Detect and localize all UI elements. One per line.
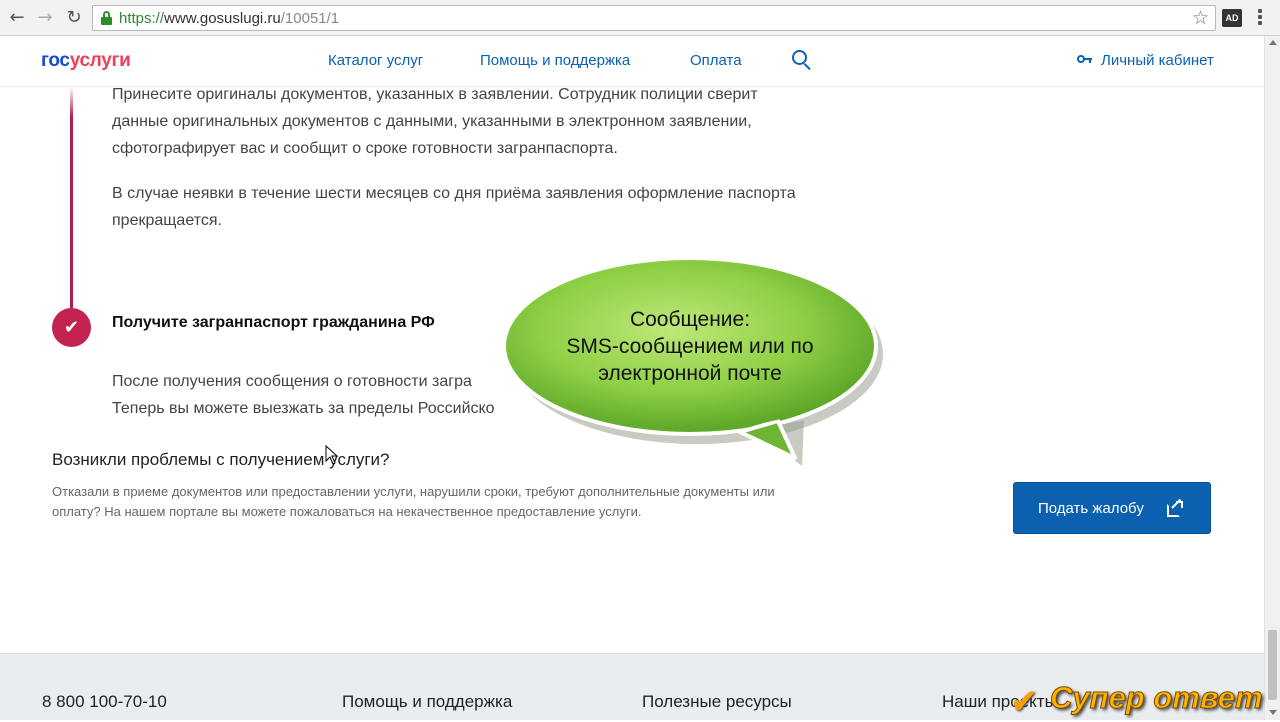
footer-phone[interactable]: 8 800 100-70-10 — [42, 692, 167, 712]
page-scrollbar[interactable] — [1264, 36, 1280, 720]
bookmark-star-icon[interactable]: ☆ — [1192, 7, 1209, 29]
step-title: Получите загранпаспорт гражданина РФ — [112, 314, 435, 331]
step-description: Принесите оригиналы документов, указанны… — [112, 86, 758, 157]
checkmark-icon: ✔ — [1010, 682, 1039, 722]
reload-icon[interactable]: ↻ — [63, 7, 85, 29]
no-show-warning: В случае неявки в течение шести месяцев … — [112, 185, 796, 229]
footer-help[interactable]: Помощь и поддержка — [342, 692, 512, 712]
submit-complaint-button[interactable]: Подать жалобу — [1013, 482, 1211, 534]
forward-icon[interactable]: → — [34, 7, 56, 29]
nav-help-link[interactable]: Помощь и поддержка — [480, 52, 630, 69]
speech-bubble-overlay: Сообщение: SMS-сообщением или по электро… — [500, 256, 890, 471]
step-final-line1: После получения сообщения о готовности з… — [112, 373, 472, 390]
back-icon[interactable]: ← — [6, 7, 28, 29]
step-final-line2: Теперь вы можете выезжать за пределы Рос… — [112, 400, 495, 417]
adblock-extension-icon[interactable]: AD — [1222, 9, 1242, 27]
personal-cabinet-link[interactable]: Личный кабинет — [1077, 52, 1214, 69]
gosuslugi-logo[interactable]: госуслуги — [41, 50, 131, 72]
super-answer-watermark: ✔ Супер ответ — [1010, 680, 1263, 722]
timeline-line — [70, 87, 73, 309]
lock-icon — [101, 11, 112, 25]
nav-payment-link[interactable]: Оплата — [690, 52, 742, 69]
mouse-cursor-icon — [325, 445, 339, 465]
address-bar[interactable]: https://www.gosuslugi.ru/10051/1 ☆ — [92, 5, 1216, 31]
step-check-icon: ✔ — [52, 308, 91, 347]
problems-description: Отказали в приеме документов или предост… — [52, 484, 775, 519]
scroll-down-arrow-icon[interactable] — [1269, 710, 1277, 715]
url-text[interactable]: https://www.gosuslugi.ru/10051/1 — [119, 10, 339, 27]
scroll-up-arrow-icon[interactable] — [1269, 40, 1277, 45]
key-icon — [1077, 54, 1093, 64]
browser-toolbar: ← → ↻ https://www.gosuslugi.ru/10051/1 ☆… — [0, 0, 1280, 36]
nav-catalog-link[interactable]: Каталог услуг — [328, 52, 423, 69]
site-header: госуслуги Каталог услуг Помощь и поддерж… — [0, 36, 1264, 87]
bubble-text: Сообщение: SMS-сообщением или по электро… — [566, 308, 814, 385]
browser-menu-icon[interactable] — [1252, 8, 1268, 28]
external-link-icon — [1167, 498, 1183, 517]
search-icon[interactable] — [792, 50, 812, 71]
scroll-thumb[interactable] — [1268, 630, 1277, 700]
footer-resources[interactable]: Полезные ресурсы — [642, 692, 792, 712]
